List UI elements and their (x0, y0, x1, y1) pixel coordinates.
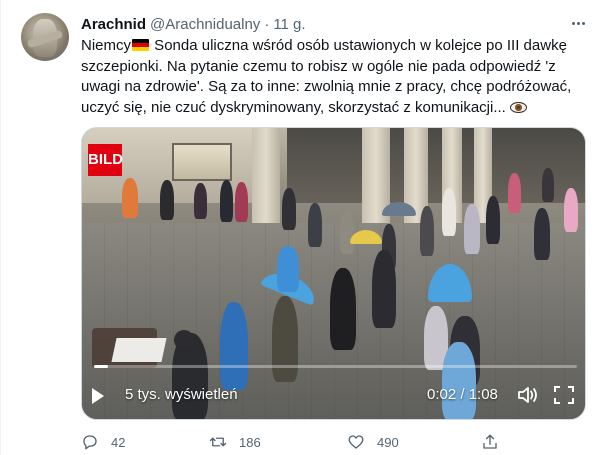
retweet-count: 186 (239, 434, 261, 450)
person (220, 302, 248, 390)
person (330, 268, 356, 350)
heart-icon (348, 435, 364, 449)
tweet-actions: 42 186 490 (81, 432, 586, 452)
retweet-button[interactable]: 186 (209, 432, 261, 452)
person (542, 168, 554, 202)
building-pillar (252, 128, 280, 223)
person (340, 210, 354, 254)
video-timecode: 0:02 / 1:08 (427, 386, 498, 403)
tweet-header: Arachnid @Arachnidualny · 11 g. (81, 14, 306, 34)
video-views: 5 tys. wyświetleń (125, 386, 238, 403)
header-separator: · (264, 15, 270, 33)
bild-logo: BILD (88, 144, 123, 176)
eye-emoji-icon (509, 101, 527, 113)
tweet-text-segment: Sonda uliczna wśród osób ustawionych w k… (150, 37, 567, 54)
tweet-text-segment: Niemcy (81, 37, 132, 54)
more-horizontal-icon[interactable] (567, 12, 589, 34)
reply-count: 42 (111, 434, 126, 450)
reply-button[interactable]: 42 (81, 432, 125, 452)
person (160, 180, 174, 220)
person (194, 183, 207, 219)
fullscreen-icon[interactable] (554, 386, 574, 404)
share-icon (483, 434, 497, 449)
person (282, 188, 296, 230)
volume-icon[interactable] (516, 384, 540, 406)
avatar[interactable] (21, 13, 69, 61)
tweet-text-line: uwagi na zdrowie'. Są za to inne: zwolni… (81, 78, 572, 95)
person (508, 173, 521, 213)
like-button[interactable]: 490 (347, 432, 399, 452)
retweet-icon (209, 437, 227, 447)
share-button[interactable] (481, 432, 511, 452)
cafe-table (111, 338, 167, 362)
person (464, 204, 480, 254)
person (372, 250, 396, 328)
germany-flag-icon (132, 39, 150, 51)
tweet-time[interactable]: 11 g. (273, 16, 305, 33)
tweet-text-segment: uczyć się, nie czuć dyskryminowany, skor… (81, 98, 506, 116)
person (420, 206, 434, 256)
person (534, 208, 550, 260)
play-icon[interactable] (92, 384, 114, 408)
tweet-text: Niemcy Sonda uliczna wśród osób ustawion… (81, 36, 586, 118)
author-handle[interactable]: @Arachnidualny (150, 16, 260, 33)
video-progress-bar[interactable] (94, 365, 577, 368)
author-name[interactable]: Arachnid (81, 16, 146, 33)
video-progress-fill (94, 365, 109, 368)
like-count: 490 (377, 434, 399, 450)
person (235, 182, 248, 222)
video-player[interactable]: BILD 5 tys. wyświetleń 0:02 / 1:08 (81, 127, 586, 420)
tweet-text-line: szczepionki. Na pytanie czemu to robisz … (81, 57, 556, 75)
person (442, 188, 456, 236)
tweet-text-line: uczyć się, nie czuć dyskryminowany, skor… (81, 98, 586, 119)
person (308, 203, 322, 247)
person (272, 296, 298, 382)
person (122, 178, 138, 218)
person (442, 342, 476, 419)
person (277, 246, 299, 292)
person-head (174, 330, 194, 350)
reply-icon (83, 435, 97, 450)
tweet-text-line: Niemcy Sonda uliczna wśród osób ustawion… (81, 36, 586, 57)
person (486, 196, 500, 244)
person (564, 188, 578, 232)
tweet[interactable]: Arachnid @Arachnidualny · 11 g. Niemcy S… (0, 0, 599, 455)
shop-window (172, 143, 232, 181)
person (220, 180, 233, 222)
